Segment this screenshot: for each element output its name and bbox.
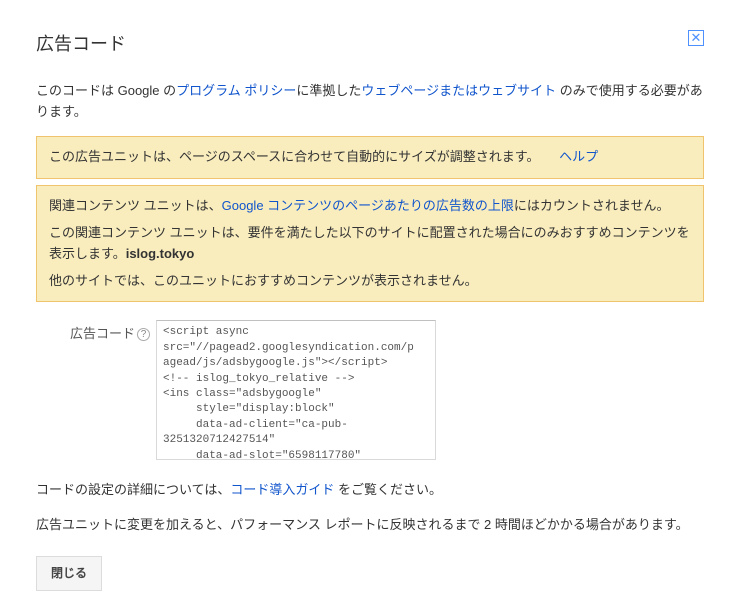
code-guide-text: コードの設定の詳細については、コード導入ガイド をご覧ください。 xyxy=(36,480,704,501)
ad-code-textarea[interactable] xyxy=(156,320,436,460)
code-guide-text-a: コードの設定の詳細については、 xyxy=(36,482,230,497)
page-title: 広告コード xyxy=(36,30,126,59)
intro-part2: に準拠した xyxy=(296,83,361,98)
related-content-text1a: 関連コンテンツ ユニットは、 xyxy=(49,198,222,213)
web-page-site-link[interactable]: ウェブページまたはウェブサイト xyxy=(361,83,556,98)
close-icon[interactable]: ✕ xyxy=(688,30,704,46)
code-label: 広告コード? xyxy=(36,320,156,345)
close-button[interactable]: 閉じる xyxy=(36,556,102,591)
program-policy-link[interactable]: プログラム ポリシー xyxy=(176,83,296,98)
intro-part1: このコードは Google の xyxy=(36,83,176,98)
code-guide-text-b: をご覧ください。 xyxy=(334,482,442,497)
ad-limit-link[interactable]: Google コンテンツのページあたりの広告数の上限 xyxy=(222,198,514,213)
auto-size-text: この広告ユニットは、ページのスペースに合わせて自動的にサイズが調整されます。 xyxy=(49,149,540,164)
code-guide-link[interactable]: コード導入ガイド xyxy=(230,482,334,497)
related-content-text3: 他のサイトでは、このユニットにおすすめコンテンツが表示されません。 xyxy=(49,273,478,288)
intro-text: このコードは Google のプログラム ポリシーに準拠したウェブページまたはウ… xyxy=(36,81,704,123)
help-link[interactable]: ヘルプ xyxy=(559,149,598,164)
related-content-info-box: 関連コンテンツ ユニットは、Google コンテンツのページあたりの広告数の上限… xyxy=(36,185,704,302)
auto-size-info-box: この広告ユニットは、ページのスペースに合わせて自動的にサイズが調整されます。 ヘ… xyxy=(36,136,704,179)
help-icon[interactable]: ? xyxy=(137,328,150,341)
performance-note: 広告ユニットに変更を加えると、パフォーマンス レポートに反映されるまで 2 時間… xyxy=(36,515,704,536)
related-content-text1b: にはカウントされません。 xyxy=(514,198,670,213)
domain-name: islog.tokyo xyxy=(126,246,195,261)
